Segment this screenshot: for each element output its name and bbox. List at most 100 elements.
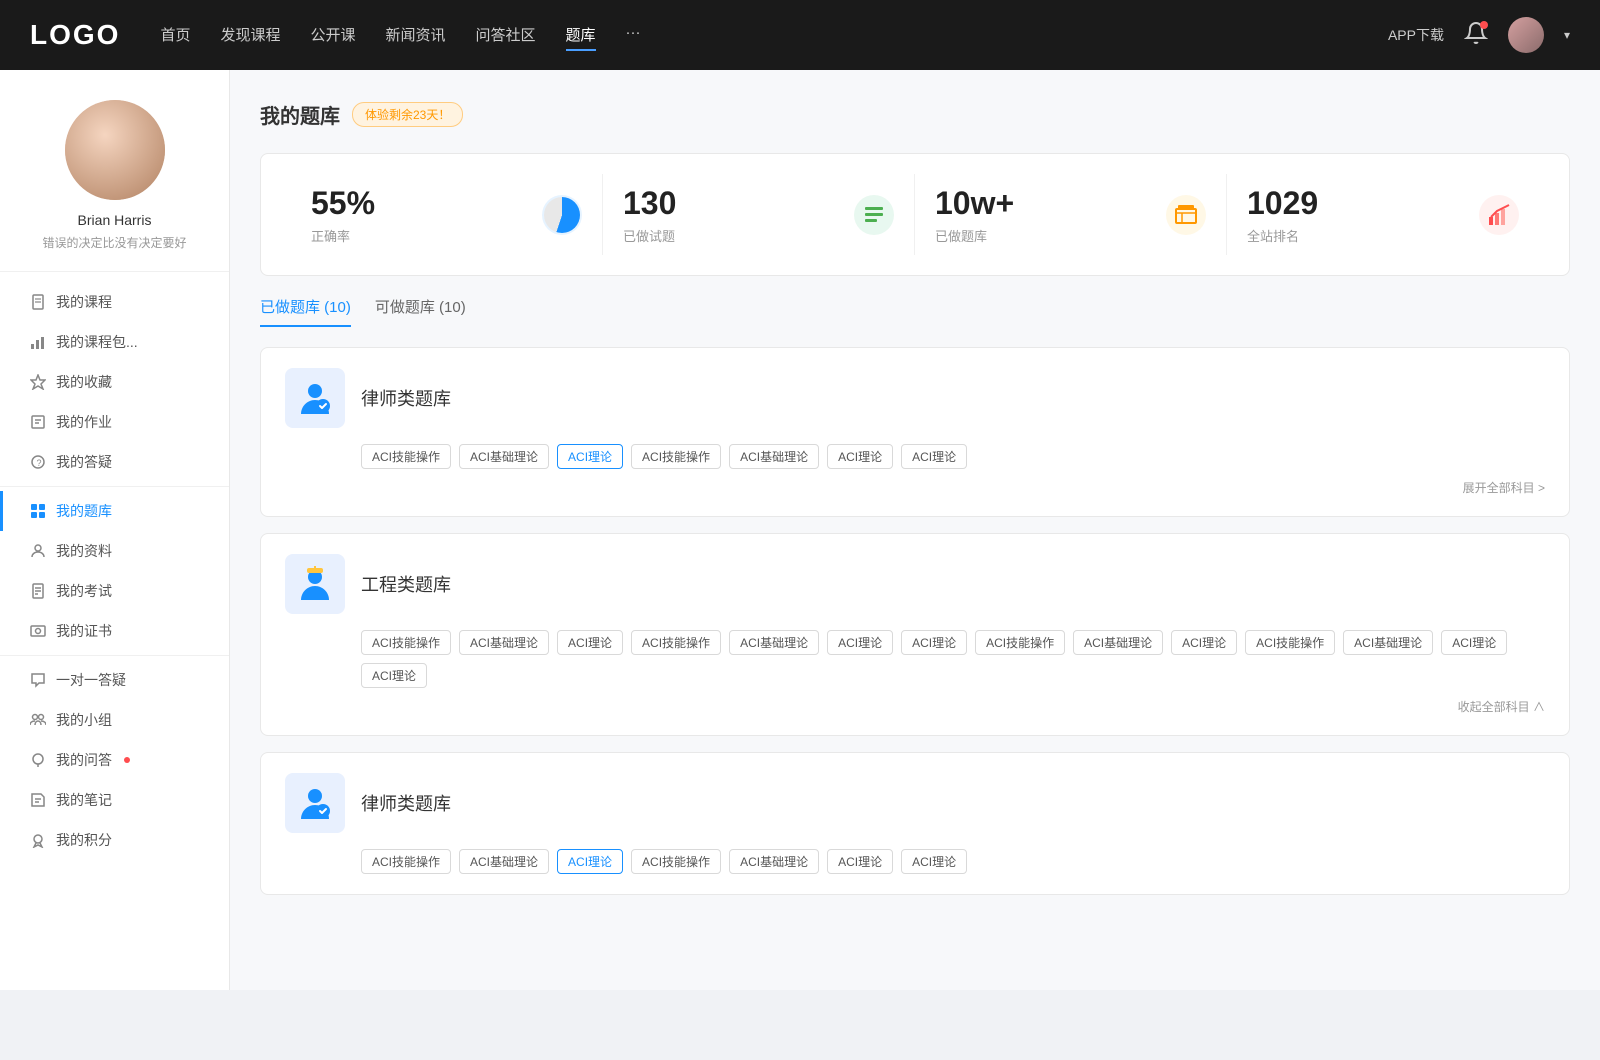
notification-bell[interactable] [1464,21,1488,50]
qbank-tag[interactable]: ACI基础理论 [729,630,819,655]
stat-done-questions-main: 130 已做试题 [623,184,842,245]
qbank-tag[interactable]: ACI理论 [827,444,893,469]
qbank-tags-engineer: ACI技能操作 ACI基础理论 ACI理论 ACI技能操作 ACI基础理论 AC… [361,630,1545,688]
main-content: 我的题库 体验剩余23天！ 55% 正确率 130 已做试题 [230,70,1600,990]
navbar-menu: 首页 发现课程 公开课 新闻资讯 问答社区 题库 ··· [160,20,1388,51]
qbank-tag[interactable]: ACI技能操作 [975,630,1065,655]
sidebar-item-group[interactable]: 我的小组 [0,700,229,740]
stat-ranking: 1029 全站排名 [1227,174,1539,255]
qbank-tag[interactable]: ACI理论 [827,849,893,874]
stat-ranking-label: 全站排名 [1247,226,1467,245]
user-avatar[interactable] [1508,17,1544,53]
qbank-tag[interactable]: ACI理论 [827,630,893,655]
qbank-tags-lawyer-2: ACI技能操作 ACI基础理论 ACI理论 ACI技能操作 ACI基础理论 AC… [361,849,1545,874]
qa-notification-dot [124,757,130,763]
qbank-tag[interactable]: ACI基础理论 [1073,630,1163,655]
nav-news[interactable]: 新闻资讯 [386,20,446,51]
stat-done-banks-label: 已做题库 [935,226,1154,245]
qbank-icon-lawyer-1 [285,368,345,428]
nav-qa[interactable]: 问答社区 [476,20,536,51]
qbank-tag[interactable]: ACI技能操作 [631,630,721,655]
edit-icon [30,414,46,430]
user-motto: 错误的决定比没有决定要好 [42,234,186,251]
question-icon: ? [30,454,46,470]
nav-more[interactable]: ··· [626,20,641,51]
logo[interactable]: LOGO [30,19,120,51]
qbank-tag[interactable]: ACI基础理论 [729,849,819,874]
stat-done-questions-label: 已做试题 [623,226,842,245]
qbank-header-lawyer-1: 律师类题库 [285,368,1545,428]
qbank-card-engineer: 工程类题库 ACI技能操作 ACI基础理论 ACI理论 ACI技能操作 ACI基… [260,533,1570,736]
qbank-tag[interactable]: ACI理论 [557,630,623,655]
stat-done-banks-main: 10w+ 已做题库 [935,184,1154,245]
qbank-header-lawyer-2: 律师类题库 [285,773,1545,833]
stat-ranking-main: 1029 全站排名 [1247,184,1467,245]
qbank-tag[interactable]: ACI理论 [901,630,967,655]
expand-button-lawyer-1[interactable]: 展开全部科目 > [1463,479,1545,496]
qbank-tag[interactable]: ACI技能操作 [1245,630,1335,655]
qbank-tag[interactable]: ACI基础理论 [459,630,549,655]
qbank-tag[interactable]: ACI理论 [901,849,967,874]
app-download-link[interactable]: APP下载 [1388,25,1444,45]
qbank-tag[interactable]: ACI基础理论 [1343,630,1433,655]
user-dropdown-arrow[interactable]: ▾ [1564,28,1570,42]
chat-icon [30,672,46,688]
sidebar-menu: 我的课程 我的课程包... 我的收藏 我的作业 ? 我的答疑 我的题库 [0,272,229,870]
qbank-tag-active[interactable]: ACI理论 [557,444,623,469]
qbank-tag[interactable]: ACI技能操作 [361,849,451,874]
nav-open-course[interactable]: 公开课 [310,20,355,51]
tab-available-banks[interactable]: 可做题库 (10) [375,296,466,327]
sidebar-item-course-packages[interactable]: 我的课程包... [0,322,229,362]
qbank-title-lawyer-1: 律师类题库 [361,385,451,411]
user-name: Brian Harris [78,212,152,228]
sidebar-item-certificate[interactable]: 我的证书 [0,611,229,651]
sidebar-item-question-bank[interactable]: 我的题库 [0,491,229,531]
qbank-tag[interactable]: ACI技能操作 [631,444,721,469]
nav-discover[interactable]: 发现课程 [220,20,280,51]
qbank-title-lawyer-2: 律师类题库 [361,790,451,816]
sidebar-item-exam[interactable]: 我的考试 [0,571,229,611]
sidebar-item-qa[interactable]: ? 我的答疑 [0,442,229,482]
qbank-tag[interactable]: ACI技能操作 [631,849,721,874]
sidebar-item-homework[interactable]: 我的作业 [0,402,229,442]
stat-done-questions-icon [854,195,894,235]
qbank-tags-lawyer-1: ACI技能操作 ACI基础理论 ACI理论 ACI技能操作 ACI基础理论 AC… [361,444,1545,469]
chart-icon [30,334,46,350]
qbank-icon-engineer [285,554,345,614]
sidebar-item-my-courses[interactable]: 我的课程 [0,282,229,322]
qbank-tag[interactable]: ACI技能操作 [361,444,451,469]
qbank-tag[interactable]: ACI基础理论 [729,444,819,469]
qbank-tag[interactable]: ACI理论 [361,663,427,688]
page-title: 我的题库 [260,100,340,129]
sidebar-item-points[interactable]: 我的积分 [0,820,229,860]
star-icon [30,374,46,390]
tab-done-banks[interactable]: 已做题库 (10) [260,296,351,327]
sidebar-avatar [65,100,165,200]
sidebar-item-notes[interactable]: 我的笔记 [0,780,229,820]
qbank-tag[interactable]: ACI基础理论 [459,444,549,469]
sidebar-item-profile[interactable]: 我的资料 [0,531,229,571]
sidebar-item-one-on-one[interactable]: 一对一答疑 [0,660,229,700]
stat-accuracy-label: 正确率 [311,226,530,245]
qbank-tag[interactable]: ACI基础理论 [459,849,549,874]
sidebar: Brian Harris 错误的决定比没有决定要好 我的课程 我的课程包... … [0,70,230,990]
stat-done-questions: 130 已做试题 [603,174,915,255]
qbank-tag[interactable]: ACI技能操作 [361,630,451,655]
qbank-tag-active[interactable]: ACI理论 [557,849,623,874]
sidebar-item-favorites[interactable]: 我的收藏 [0,362,229,402]
grid-icon [30,503,46,519]
qbank-tag[interactable]: ACI理论 [1171,630,1237,655]
qbank-tag[interactable]: ACI理论 [901,444,967,469]
stat-done-banks-value: 10w+ [935,184,1154,222]
avatar-image [65,100,165,200]
qbank-header-engineer: 工程类题库 [285,554,1545,614]
sidebar-profile: Brian Harris 错误的决定比没有决定要好 [0,100,229,272]
nav-questions[interactable]: 题库 [566,20,596,51]
sidebar-item-my-qa[interactable]: 我的问答 [0,740,229,780]
main-layout: Brian Harris 错误的决定比没有决定要好 我的课程 我的课程包... … [0,70,1600,990]
qbank-tag[interactable]: ACI理论 [1441,630,1507,655]
collapse-button-engineer[interactable]: 收起全部科目 ∧ [1458,698,1545,715]
qbank-card-lawyer-2: 律师类题库 ACI技能操作 ACI基础理论 ACI理论 ACI技能操作 ACI基… [260,752,1570,895]
qa-icon [30,752,46,768]
nav-home[interactable]: 首页 [160,20,190,51]
